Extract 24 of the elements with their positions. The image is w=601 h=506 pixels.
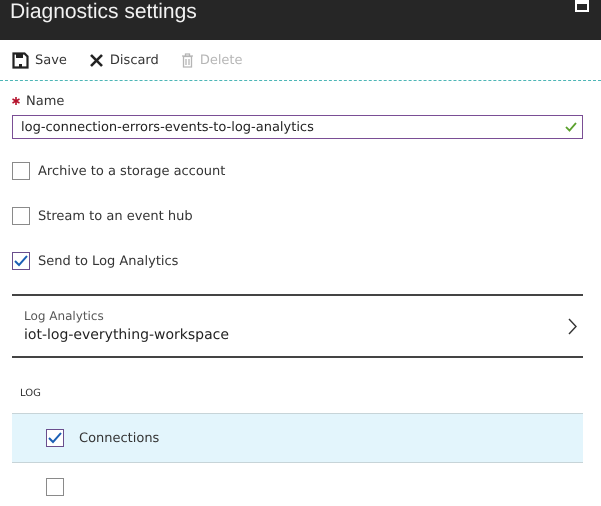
checkbox-label: Archive to a storage account	[38, 164, 226, 178]
picker-label: Log Analytics	[24, 309, 105, 323]
maximize-icon[interactable]	[575, 0, 589, 12]
close-icon	[88, 52, 104, 68]
save-icon	[12, 52, 29, 68]
trash-icon	[180, 52, 194, 68]
picker-value: iot-log-everything-workspace	[24, 327, 229, 343]
checkbox-label: Stream to an event hub	[38, 208, 193, 224]
checkbox[interactable]	[46, 478, 64, 496]
checkbox[interactable]	[46, 429, 64, 447]
checkbox-label: Connections	[79, 430, 160, 446]
section-heading: LOG	[19, 387, 42, 401]
discard-button[interactable]: Discard	[88, 50, 159, 70]
window-title: Diagnostics settings	[10, 0, 197, 25]
checkbox[interactable]	[12, 162, 30, 180]
checkbox[interactable]	[12, 207, 30, 225]
checkbox[interactable]	[12, 252, 30, 270]
save-button[interactable]: Save	[12, 50, 67, 70]
chevron-right-icon	[568, 318, 577, 334]
name-field[interactable]: log-connection-errors-events-to-log-analytics	[12, 115, 583, 139]
log-row[interactable]: Connections	[12, 413, 583, 463]
checkbox-label: Send to Log Analytics	[38, 254, 178, 268]
name-label: Name	[26, 94, 64, 108]
workspace-picker[interactable]: Log Analytics iot-log-everything-workspace	[12, 294, 583, 358]
